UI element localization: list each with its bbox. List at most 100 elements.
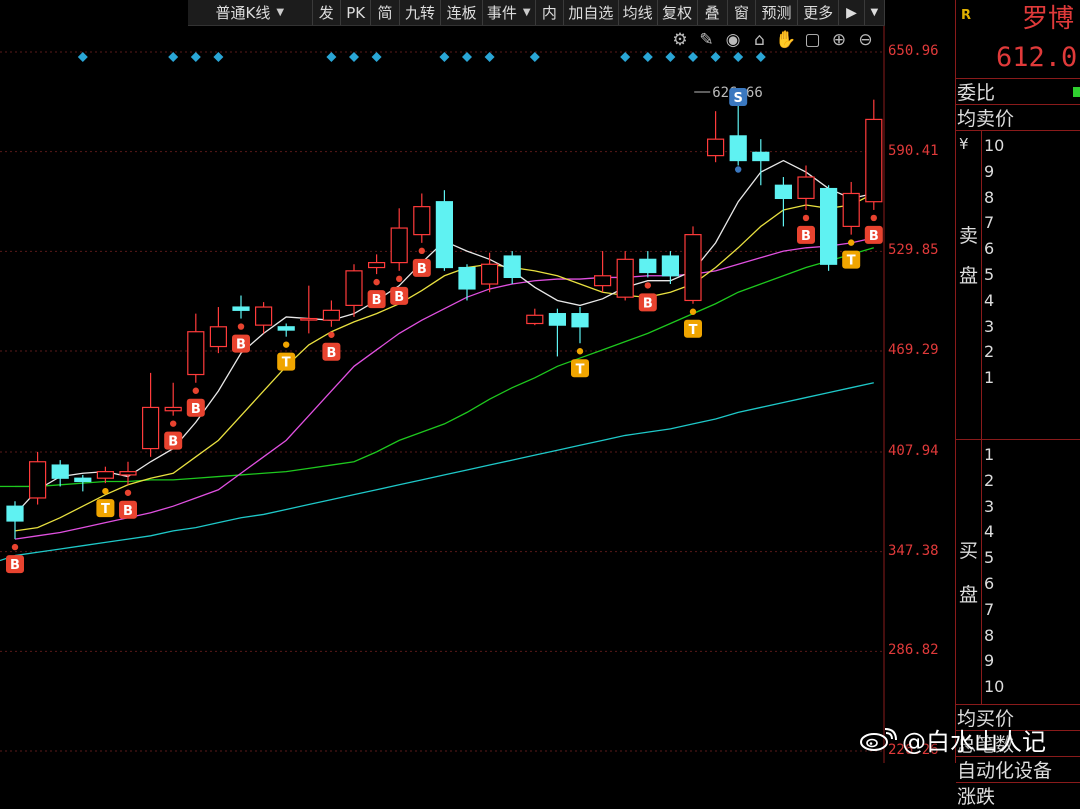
watermark-text: @白水山人记 — [902, 728, 1046, 756]
order-level-number: 5 — [984, 548, 995, 568]
ma20-line — [14, 237, 874, 540]
sector-row[interactable]: 自动化设备 — [956, 757, 1080, 783]
sell-order-book: ¥ 卖 盘 10 9 8 7 6 5 4 3 2 1 — [956, 131, 1080, 440]
candle-body — [481, 263, 499, 285]
toolbar-item-0[interactable]: 普通K线 ▼ — [188, 0, 313, 25]
candle-body — [74, 477, 92, 483]
signal-dot — [396, 275, 403, 283]
signal-b-label: B — [191, 402, 201, 417]
candle-body — [255, 306, 273, 326]
signal-b-label: B — [417, 262, 427, 277]
candle-body — [797, 176, 815, 200]
toolbar-item-1[interactable]: 发 — [313, 0, 342, 25]
candle-body — [819, 187, 838, 265]
sector-label[interactable]: 自动化设备 — [957, 756, 1052, 783]
toolbar-item-10[interactable]: 复权 — [658, 0, 698, 25]
toolbar-item-2[interactable]: PK — [341, 0, 372, 25]
settings-icon[interactable]: ⚙ — [672, 30, 687, 50]
candle-body — [187, 331, 205, 376]
toolbar-more-button[interactable]: ▼ — [865, 0, 886, 25]
candle-body — [51, 464, 69, 479]
toolbar-item-label: 九转 — [405, 4, 436, 22]
candle-body — [865, 118, 883, 203]
event-diamond-icon — [665, 52, 676, 62]
toolbar-item-5[interactable]: 连板 — [441, 0, 483, 25]
event-diamond-icon — [710, 52, 721, 62]
stock-name[interactable]: 罗博 — [1022, 0, 1074, 35]
toolbar-item-4[interactable]: 九转 — [400, 0, 442, 25]
signal-b-label: B — [869, 229, 879, 244]
price-tick-label: 407.94 — [888, 442, 939, 459]
commit-ratio-row: 委比 - — [956, 79, 1080, 105]
candle-body — [435, 201, 453, 269]
candle-body — [593, 275, 612, 287]
order-level-number: 10 — [984, 136, 1005, 155]
pen-icon[interactable]: ✎ — [699, 30, 713, 50]
stock-tag: R — [961, 8, 972, 23]
candle-body — [390, 227, 408, 264]
event-diamond-icon — [688, 52, 698, 62]
signal-dot — [283, 341, 290, 348]
dropdown-arrow-icon: ▼ — [522, 7, 531, 18]
buy-side-column: 买 盘 — [956, 440, 982, 704]
chart-toolbar: 普通K线 ▼ 发 PK 简九转 连板 事件 ▼ 内加自选 均线 复权叠窗预测 更多 ▶ ▼ — [188, 0, 886, 26]
signal-t-label: T — [576, 362, 585, 377]
toolbar-next-button[interactable]: ▶ — [839, 0, 865, 25]
event-diamond-icon — [371, 52, 382, 62]
price-tick-label: 286.82 — [888, 642, 939, 659]
signal-dot — [124, 489, 132, 496]
toolbar-item-12[interactable]: 窗 — [728, 0, 757, 25]
toolbar-item-7[interactable]: 内 — [536, 0, 565, 25]
toolbar-item-9[interactable]: 均线 — [619, 0, 658, 25]
event-diamond-icon — [733, 52, 744, 62]
zoom-out-icon[interactable]: ⊖ — [858, 30, 872, 50]
toolbar-item-3[interactable]: 简 — [371, 0, 400, 25]
signal-dot — [848, 239, 855, 246]
kline-chart-area[interactable]: 626.66BTBBBBTBBBBTBTSBTB⚙✎◉⌂✋▢⊕⊖ — [0, 26, 885, 763]
candle-body — [142, 406, 160, 450]
signal-b-label: B — [372, 293, 382, 308]
event-diamond-icon — [620, 52, 631, 62]
event-diamond-icon — [213, 52, 224, 62]
toolbar-item-label: 叠 — [704, 4, 720, 22]
event-diamond-icon — [484, 52, 495, 62]
basket-icon[interactable]: ⌂ — [754, 30, 765, 50]
kline-chart[interactable]: 626.66BTBBBBTBBBBTBTSBTB⚙✎◉⌂✋▢⊕⊖ — [0, 26, 885, 763]
candle-body — [842, 192, 860, 227]
signal-b-label: B — [801, 229, 811, 244]
signal-dot — [802, 214, 810, 222]
event-diamond-icon — [168, 52, 179, 62]
toolbar-item-11[interactable]: 叠 — [698, 0, 728, 25]
order-level-number: 8 — [984, 187, 995, 207]
candle-body — [29, 461, 47, 499]
order-level-number: 7 — [984, 599, 995, 619]
lock-icon[interactable]: ▢ — [804, 30, 820, 50]
candle-body — [345, 270, 363, 306]
candle-body — [503, 255, 521, 279]
toolbar-item-8[interactable]: 加自选 — [564, 0, 619, 25]
toolbar-item-13[interactable]: 预测 — [756, 0, 798, 25]
order-level-number: 1 — [984, 368, 995, 388]
signal-b-label: B — [643, 296, 653, 311]
toolbar-item-14[interactable]: 更多 — [798, 0, 840, 25]
price-tick-label: 590.41 — [888, 142, 939, 159]
order-level-number: 3 — [984, 496, 995, 516]
buy-order-book: 买 盘 1 2 3 4 5 6 7 8 9 10 — [956, 440, 1080, 705]
zoom-in-icon[interactable]: ⊕ — [832, 30, 846, 50]
event-diamond-icon — [439, 52, 450, 62]
candle-body — [774, 184, 793, 200]
toolbar-item-6[interactable]: 事件 ▼ — [483, 0, 536, 25]
price-axis: 650.96 590.41 529.85 469.29 407.94 347.38 286.… — [886, 26, 954, 763]
toolbar-item-label: 简 — [377, 4, 393, 22]
signal-b-label: B — [394, 290, 404, 305]
eye-icon[interactable]: ◉ — [726, 30, 741, 50]
toolbar-item-label: 加自选 — [568, 4, 614, 22]
event-diamond-icon — [755, 52, 766, 62]
order-level-number: 8 — [984, 625, 995, 645]
event-diamond-icon — [190, 52, 201, 62]
candle-body — [96, 471, 115, 479]
dropdown-arrow-icon: ▼ — [870, 7, 879, 18]
hand-icon[interactable]: ✋ — [775, 29, 796, 50]
candle-body — [548, 313, 567, 326]
signal-dot — [576, 348, 584, 355]
